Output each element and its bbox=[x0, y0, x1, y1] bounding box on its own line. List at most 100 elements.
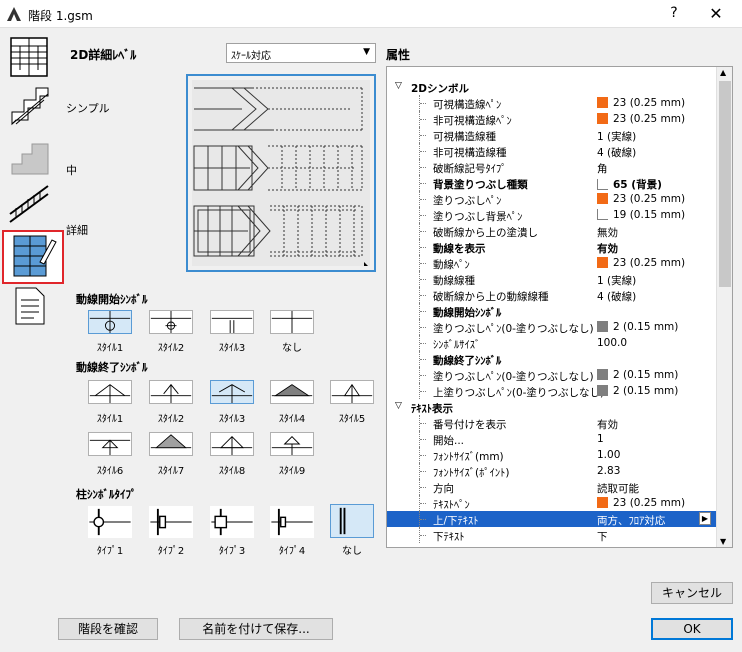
symbol-2d-icon[interactable] bbox=[2, 230, 64, 284]
end-style-2[interactable] bbox=[149, 380, 193, 404]
property-value: 23 (0.25 mm) bbox=[597, 97, 685, 109]
property-row[interactable]: ﾃｷｽﾄﾍﾟﾝ 23 (0.25 mm) bbox=[387, 495, 717, 511]
property-row[interactable]: 動線開始ｼﾝﾎﾞﾙ bbox=[387, 303, 717, 319]
property-row[interactable]: 非可視構造線ﾍﾟﾝ 23 (0.25 mm) bbox=[387, 111, 717, 127]
property-row[interactable]: ｼﾝﾎﾞﾙｻｲｽﾞ 100.0 bbox=[387, 335, 717, 351]
property-row[interactable]: 破断線から上の塗潰し 無効 bbox=[387, 223, 717, 239]
property-row[interactable]: 動線線種 1 (実線) bbox=[387, 271, 717, 287]
start-style-1[interactable] bbox=[88, 310, 132, 334]
tree-line bbox=[419, 255, 427, 271]
property-group[interactable]: ▽ 2Dシンボル bbox=[387, 79, 717, 95]
property-group[interactable]: ▽ ﾃｷｽﾄ表示 bbox=[387, 399, 717, 415]
property-name: 非可視構造線ﾍﾟﾝ bbox=[433, 115, 512, 127]
save-as-button[interactable]: 名前を付けて保存... bbox=[179, 618, 333, 640]
property-row[interactable]: ﾌｫﾝﾄｻｲｽﾞ(ﾎﾟｲﾝﾄ) 2.83 bbox=[387, 463, 717, 479]
column-type-2[interactable] bbox=[149, 506, 193, 538]
property-row[interactable]: ﾌｫﾝﾄｻｲｽﾞ(mm) 1.00 bbox=[387, 447, 717, 463]
property-name: 非可視構造線種 bbox=[433, 147, 507, 159]
end-style-1[interactable] bbox=[88, 380, 132, 404]
detail-level-value: ｽｹｰﾙ対応 bbox=[231, 51, 271, 62]
help-button[interactable]: ? bbox=[665, 5, 683, 21]
scroll-down-icon[interactable]: ▼ bbox=[720, 537, 726, 546]
check-stair-button[interactable]: 階段を確認 bbox=[58, 618, 158, 640]
property-row[interactable]: 破断線記号ﾀｲﾌﾟ 角 bbox=[387, 159, 717, 175]
property-row[interactable]: 可視構造線種 1 (実線) bbox=[387, 127, 717, 143]
property-name: 可視構造線種 bbox=[433, 131, 496, 143]
property-row[interactable]: 背景塗りつぶし種類 65 (背景) bbox=[387, 175, 717, 191]
end-style-5[interactable] bbox=[330, 380, 374, 404]
level-detail-label: 詳細 bbox=[66, 224, 88, 237]
property-row[interactable]: 塗りつぶしﾍﾟﾝ 23 (0.25 mm) bbox=[387, 191, 717, 207]
property-value: 100.0 bbox=[597, 337, 627, 349]
end-style-8-label: ｽﾀｲﾙ8 bbox=[218, 466, 246, 477]
document-icon[interactable] bbox=[12, 286, 48, 326]
property-row[interactable]: 下ﾃｷｽﾄ 下 bbox=[387, 527, 717, 543]
property-row[interactable]: 番号付けを表示 有効 bbox=[387, 415, 717, 431]
property-row[interactable]: 動線ﾍﾟﾝ 23 (0.25 mm) bbox=[387, 255, 717, 271]
property-name: 塗りつぶし背景ﾍﾟﾝ bbox=[433, 211, 523, 223]
stair-medium-icon[interactable] bbox=[10, 134, 50, 178]
end-style-3[interactable] bbox=[210, 380, 254, 404]
column-type-3-label: ﾀｲﾌﾟ3 bbox=[218, 546, 246, 557]
scroll-up-icon[interactable]: ▲ bbox=[720, 68, 726, 77]
property-row[interactable]: 塗りつぶし背景ﾍﾟﾝ 19 (0.15 mm) bbox=[387, 207, 717, 223]
column-type-4[interactable] bbox=[270, 506, 314, 538]
property-value-text: 23 (0.25 mm) bbox=[613, 497, 686, 509]
start-style-2[interactable] bbox=[149, 310, 193, 334]
end-style-8[interactable] bbox=[210, 432, 254, 456]
detail-level-select[interactable]: ｽｹｰﾙ対応 ▼ bbox=[226, 43, 376, 63]
column-type-1-label: ﾀｲﾌﾟ1 bbox=[96, 546, 124, 557]
column-type-3[interactable] bbox=[210, 506, 254, 538]
property-row[interactable]: 上/下ﾃｷｽﾄ 両方、ﾌﾛｱ対応 ▶ bbox=[387, 511, 717, 527]
property-row[interactable]: 動線を表示 有効 bbox=[387, 239, 717, 255]
property-name: 破断線から上の塗潰し bbox=[433, 227, 538, 239]
pen-color-swatch bbox=[597, 385, 608, 396]
chevron-down-icon: ▼ bbox=[363, 47, 370, 57]
start-style-3[interactable] bbox=[210, 310, 254, 334]
properties-list[interactable]: ▽ 2Dシンボル 可視構造線ﾍﾟﾝ 23 (0.25 mm) 非可視構造線ﾍﾟﾝ 23 (… bbox=[386, 66, 733, 548]
property-value: 角 bbox=[597, 161, 608, 176]
property-row[interactable]: 塗りつぶしﾍﾟﾝ(0-塗りつぶしなし) 2 (0.15 mm) bbox=[387, 367, 717, 383]
property-name: 塗りつぶしﾍﾟﾝ(0-塗りつぶしなし) bbox=[433, 371, 594, 383]
property-row[interactable]: 破断線から上の動線線種 4 (破線) bbox=[387, 287, 717, 303]
property-row[interactable]: 開始... 1 bbox=[387, 431, 717, 447]
tree-line bbox=[419, 127, 427, 143]
stair-detail-icon[interactable] bbox=[8, 184, 52, 228]
pen-color-swatch bbox=[597, 321, 608, 332]
end-style-9[interactable] bbox=[270, 432, 314, 456]
tree-line bbox=[419, 319, 427, 335]
property-value: 19 (0.15 mm) bbox=[597, 209, 685, 221]
end-style-4[interactable] bbox=[270, 380, 314, 404]
expand-icon[interactable]: ▽ bbox=[395, 401, 402, 411]
stair-simple-icon[interactable] bbox=[10, 84, 50, 128]
property-value: 23 (0.25 mm) bbox=[597, 257, 685, 269]
tree-line bbox=[419, 207, 427, 223]
start-style-2-label: ｽﾀｲﾙ2 bbox=[157, 343, 185, 354]
property-row[interactable]: 方向 読取可能 bbox=[387, 479, 717, 495]
end-style-7[interactable] bbox=[149, 432, 193, 456]
property-name: ﾌｫﾝﾄｻｲｽﾞ(mm) bbox=[433, 451, 504, 463]
submenu-arrow-icon[interactable]: ▶ bbox=[699, 512, 711, 525]
scrollbar-thumb[interactable] bbox=[719, 81, 731, 287]
cancel-button[interactable]: キャンセル bbox=[651, 582, 733, 604]
stair-plan-icon[interactable] bbox=[8, 36, 50, 78]
ok-button[interactable]: OK bbox=[651, 618, 733, 640]
property-value-text: 23 (0.25 mm) bbox=[613, 257, 686, 269]
end-style-6[interactable] bbox=[88, 432, 132, 456]
properties-scrollbar[interactable]: ▲ ▼ bbox=[716, 67, 732, 547]
end-symbol-heading: 動線終了ｼﾝﾎﾞﾙ bbox=[76, 361, 148, 374]
properties-heading: 属性 bbox=[386, 48, 411, 62]
property-row[interactable]: 動線終了ｼﾝﾎﾞﾙ bbox=[387, 351, 717, 367]
close-button[interactable]: ✕ bbox=[705, 4, 727, 23]
property-row[interactable]: 塗りつぶしﾍﾟﾝ(0-塗りつぶしなし) 2 (0.15 mm) bbox=[387, 319, 717, 335]
property-value-text: 65 (背景) bbox=[613, 179, 662, 191]
column-type-1[interactable] bbox=[88, 506, 132, 538]
property-row[interactable]: 可視構造線ﾍﾟﾝ 23 (0.25 mm) bbox=[387, 95, 717, 111]
property-value-text: 1 bbox=[597, 433, 604, 445]
start-style-none[interactable] bbox=[270, 310, 314, 334]
expand-icon[interactable]: ▽ bbox=[395, 81, 402, 91]
column-type-none[interactable] bbox=[330, 504, 374, 538]
property-row[interactable]: 上塗りつぶしﾍﾟﾝ(0-塗りつぶしなし) 2 (0.15 mm) bbox=[387, 383, 717, 399]
start-style-none-label: なし bbox=[282, 343, 302, 354]
property-row[interactable]: 非可視構造線種 4 (破線) bbox=[387, 143, 717, 159]
